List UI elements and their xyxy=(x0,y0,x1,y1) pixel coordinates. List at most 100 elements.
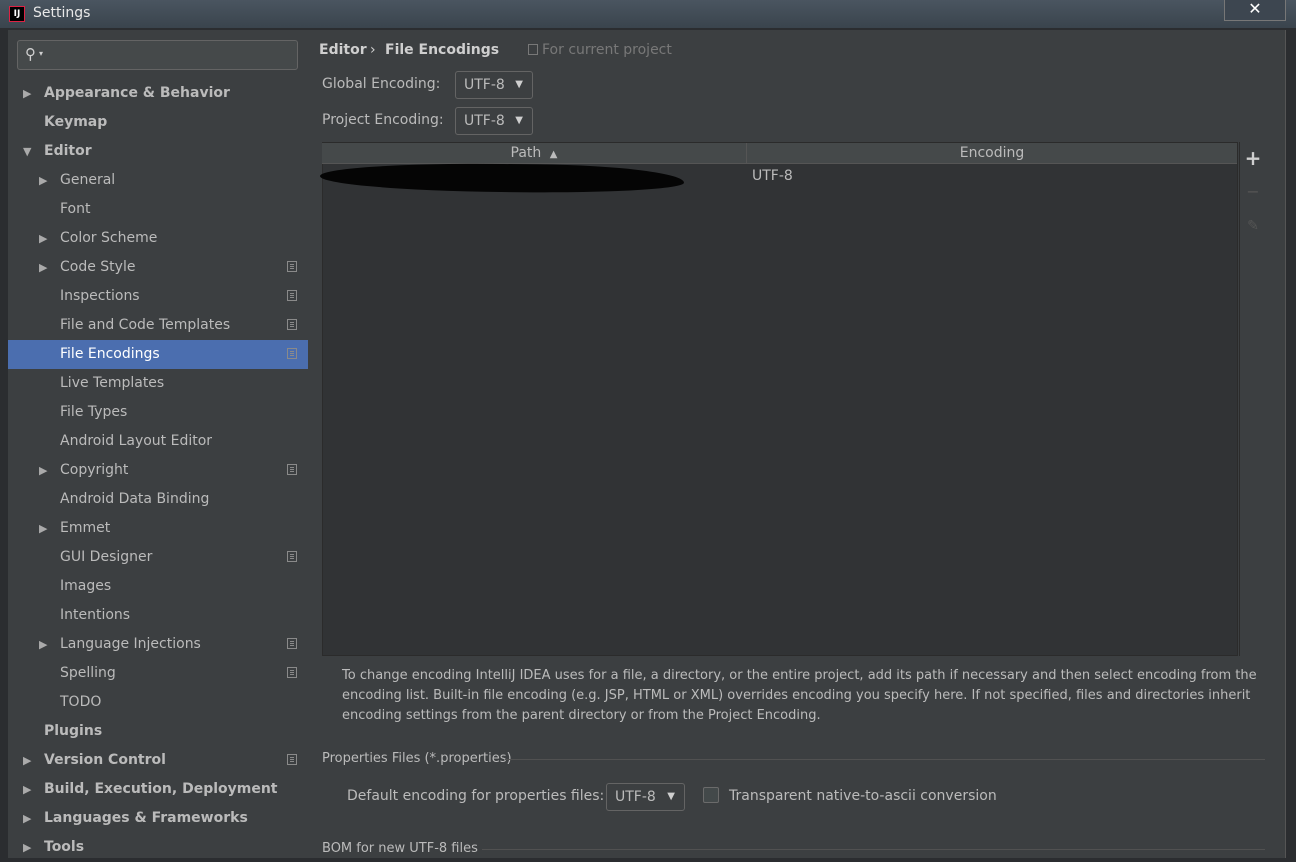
project-scope-icon xyxy=(287,319,297,330)
sidebar-item-android-layout-editor[interactable]: Android Layout Editor xyxy=(8,427,308,456)
transparent-conversion-label[interactable]: Transparent native-to-ascii conversion xyxy=(729,788,997,804)
transparent-conversion-checkbox[interactable] xyxy=(703,787,719,803)
chevron-down-icon: ▼ xyxy=(515,79,523,90)
expand-arrow-right-icon[interactable]: ▶ xyxy=(39,224,47,253)
sidebar-item-version-control[interactable]: ▶ Version Control xyxy=(8,746,308,775)
global-encoding-select[interactable]: UTF-8 ▼ xyxy=(455,71,533,99)
properties-section-title: Properties Files (*.properties) xyxy=(322,751,512,766)
sidebar-item-label: Intentions xyxy=(60,607,131,623)
sidebar-item-label: Appearance & Behavior xyxy=(44,85,230,101)
sidebar-item-label: TODO xyxy=(60,694,102,710)
scope-note: For current project xyxy=(528,42,672,58)
column-header-path[interactable]: Path ▲ xyxy=(322,143,747,163)
edit-icon[interactable]: ✎ xyxy=(1243,216,1263,236)
remove-icon[interactable]: − xyxy=(1243,182,1263,202)
add-icon[interactable]: + xyxy=(1243,148,1263,168)
project-encoding-value: UTF-8 xyxy=(464,113,505,129)
expand-arrow-right-icon[interactable]: ▶ xyxy=(39,630,47,659)
sidebar-item-appearance-behavior[interactable]: ▶ Appearance & Behavior xyxy=(8,79,308,108)
sidebar-item-label: Editor xyxy=(44,143,92,159)
expand-arrow-down-icon[interactable]: ▼ xyxy=(23,137,31,166)
path-encoding-table[interactable] xyxy=(322,142,1238,656)
sidebar-item-gui-designer[interactable]: GUI Designer xyxy=(8,543,308,572)
breadcrumb-separator: › xyxy=(370,42,376,58)
settings-search-input[interactable]: ⚲ ▾ xyxy=(17,40,298,70)
sidebar-item-file-types[interactable]: File Types xyxy=(8,398,308,427)
sidebar-item-label: Android Layout Editor xyxy=(60,433,213,449)
expand-arrow-right-icon[interactable]: ▶ xyxy=(39,456,47,485)
project-scope-icon xyxy=(287,261,297,272)
sidebar-item-images[interactable]: Images xyxy=(8,572,308,601)
row-encoding-cell[interactable]: UTF-8 xyxy=(752,168,793,184)
sidebar-item-intentions[interactable]: Intentions xyxy=(8,601,308,630)
expand-arrow-right-icon[interactable]: ▶ xyxy=(39,166,47,195)
project-scope-icon xyxy=(287,551,297,562)
sidebar-item-label: Inspections xyxy=(60,288,140,304)
chevron-down-icon: ▼ xyxy=(515,115,523,126)
sidebar-item-font[interactable]: Font xyxy=(8,195,308,224)
sidebar-item-label: Version Control xyxy=(44,752,166,768)
expand-arrow-right-icon[interactable]: ▶ xyxy=(23,746,31,775)
chevron-down-icon: ▼ xyxy=(667,791,675,802)
sidebar-item-plugins[interactable]: Plugins xyxy=(8,717,308,746)
sidebar-item-todo[interactable]: TODO xyxy=(8,688,308,717)
properties-encoding-value: UTF-8 xyxy=(615,789,656,805)
sidebar-item-label: Images xyxy=(60,578,112,594)
sidebar-item-label: File Types xyxy=(60,404,128,420)
search-options-caret-icon[interactable]: ▾ xyxy=(39,49,43,58)
sidebar-item-emmet[interactable]: ▶ Emmet xyxy=(8,514,308,543)
sidebar-item-label: Plugins xyxy=(44,723,103,739)
sidebar-item-keymap[interactable]: Keymap xyxy=(8,108,308,137)
sidebar-item-inspections[interactable]: Inspections xyxy=(8,282,308,311)
sidebar-item-editor[interactable]: ▼ Editor xyxy=(8,137,308,166)
sidebar-item-color-scheme[interactable]: ▶ Color Scheme xyxy=(8,224,308,253)
sidebar-item-language-injections[interactable]: ▶ Language Injections xyxy=(8,630,308,659)
sidebar-item-copyright[interactable]: ▶ Copyright xyxy=(8,456,308,485)
sidebar-item-label: Copyright xyxy=(60,462,129,478)
sidebar-item-languages-frameworks[interactable]: ▶ Languages & Frameworks xyxy=(8,804,308,833)
sidebar-item-label: File Encodings xyxy=(60,346,160,362)
project-scope-icon xyxy=(287,464,297,475)
scope-note-label: For current project xyxy=(542,42,672,58)
sort-ascending-icon: ▲ xyxy=(549,149,558,160)
project-encoding-select[interactable]: UTF-8 ▼ xyxy=(455,107,533,135)
sidebar-item-spelling[interactable]: Spelling xyxy=(8,659,308,688)
sidebar-item-build-execution-deployment[interactable]: ▶ Build, Execution, Deployment xyxy=(8,775,308,804)
project-scope-icon xyxy=(287,290,297,301)
sidebar-item-android-data-binding[interactable]: Android Data Binding xyxy=(8,485,308,514)
project-scope-icon xyxy=(287,348,297,359)
breadcrumb-parent: Editor xyxy=(319,42,367,58)
expand-arrow-right-icon[interactable]: ▶ xyxy=(23,775,31,804)
intellij-app-icon: IJ xyxy=(9,6,25,22)
sidebar-item-label: Spelling xyxy=(60,665,116,681)
column-header-path-label: Path xyxy=(510,145,542,161)
expand-arrow-right-icon[interactable]: ▶ xyxy=(23,804,31,833)
column-header-encoding[interactable]: Encoding xyxy=(747,143,1237,163)
sidebar-item-label: Color Scheme xyxy=(60,230,158,246)
sidebar-item-label: Font xyxy=(60,201,91,217)
sidebar-item-label: Emmet xyxy=(60,520,111,536)
sidebar-item-label: General xyxy=(60,172,116,188)
expand-arrow-right-icon[interactable]: ▶ xyxy=(23,79,31,108)
sidebar-item-live-templates[interactable]: Live Templates xyxy=(8,369,308,398)
sidebar-item-file-encodings[interactable]: File Encodings xyxy=(8,340,308,369)
project-scope-icon xyxy=(287,667,297,678)
global-encoding-label: Global Encoding: xyxy=(322,76,441,92)
project-scope-icon xyxy=(528,44,538,55)
sidebar-item-label: File and Code Templates xyxy=(60,317,231,333)
sidebar-item-label: Languages & Frameworks xyxy=(44,810,248,826)
bom-section-title: BOM for new UTF-8 files xyxy=(322,841,478,856)
section-divider xyxy=(482,849,1265,850)
sidebar-item-file-and-code-templates[interactable]: File and Code Templates xyxy=(8,311,308,340)
breadcrumb-current: File Encodings xyxy=(385,42,500,58)
expand-arrow-right-icon[interactable]: ▶ xyxy=(39,253,47,282)
sidebar-item-code-style[interactable]: ▶ Code Style xyxy=(8,253,308,282)
search-icon: ⚲ xyxy=(25,45,36,63)
global-encoding-value: UTF-8 xyxy=(464,77,505,93)
properties-encoding-select[interactable]: UTF-8 ▼ xyxy=(606,783,685,811)
sidebar-item-general[interactable]: ▶ General xyxy=(8,166,308,195)
sidebar-item-label: Build, Execution, Deployment xyxy=(44,781,278,797)
close-icon[interactable]: ✕ xyxy=(1224,0,1286,21)
expand-arrow-right-icon[interactable]: ▶ xyxy=(39,514,47,543)
properties-default-label: Default encoding for properties files: xyxy=(347,788,605,804)
